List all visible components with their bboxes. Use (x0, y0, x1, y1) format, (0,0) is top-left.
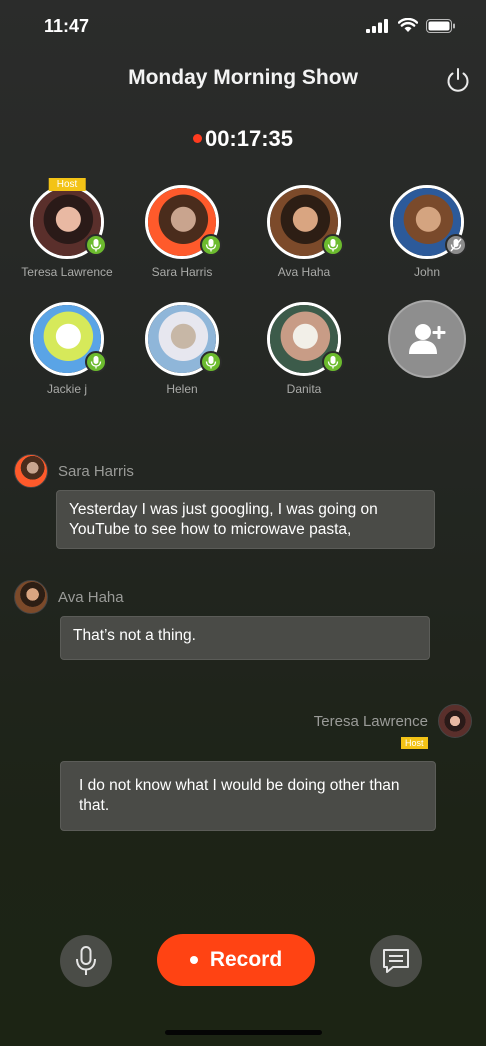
timer-value: 00:17:35 (204, 126, 294, 151)
page-title: Monday Morning Show (128, 66, 358, 89)
avatar (390, 185, 467, 259)
wifi-icon (398, 18, 418, 32)
message-bubble: That’s not a thing. (60, 616, 430, 660)
message-sender: Sara Harris (58, 462, 134, 480)
participant-tile[interactable]: Helen (122, 302, 242, 396)
message-bubble: I do not know what I would be doing othe… (60, 761, 436, 831)
avatar (30, 302, 107, 376)
session-timer: 00:17:35 (0, 126, 486, 152)
record-button[interactable]: Record (157, 934, 315, 986)
avatar (438, 704, 472, 738)
microphone-button[interactable] (60, 935, 112, 987)
avatar (145, 185, 222, 259)
participant-name: Sara Harris (151, 265, 213, 279)
avatar: Host (30, 178, 107, 259)
record-label: Record (209, 948, 283, 971)
avatar (14, 580, 48, 614)
participant-slot-invite (367, 300, 486, 378)
status-time: 11:47 (44, 16, 90, 36)
status-bar: 11:47 (0, 0, 486, 52)
host-badge: Host (401, 737, 428, 749)
participant-name: Jackie j (46, 382, 87, 396)
mic-on-icon (85, 351, 107, 373)
participant-tile[interactable]: Danita (244, 302, 364, 396)
invite-participant-button[interactable] (388, 300, 466, 378)
record-dot-icon (189, 956, 198, 964)
message-header: Teresa Lawrence (314, 704, 472, 738)
add-user-icon (409, 324, 446, 354)
mic-on-icon (200, 351, 222, 373)
mic-muted-icon (445, 234, 467, 256)
home-indicator (165, 1030, 322, 1035)
avatar (267, 185, 344, 259)
participant-name: Danita (286, 382, 322, 396)
leave-button[interactable] (444, 66, 472, 94)
battery-icon (426, 18, 455, 33)
mic-on-icon (322, 234, 344, 256)
message-header: Ava Haha (14, 580, 124, 614)
participant-tile[interactable]: Ava Haha (244, 185, 364, 279)
participant-tile[interactable]: John (367, 185, 486, 279)
bottom-controls: Record (0, 934, 486, 988)
participant-name: Helen (166, 382, 198, 396)
power-icon (447, 68, 469, 92)
chat-button[interactable] (370, 935, 422, 987)
participant-tile[interactable]: Sara Harris (122, 185, 242, 279)
status-icons (366, 18, 456, 33)
host-badge: Host (48, 178, 86, 191)
avatar (14, 454, 48, 488)
participant-name: John (413, 265, 441, 279)
participant-name: Teresa Lawrence (21, 265, 113, 279)
avatar (145, 302, 222, 376)
message-sender: Teresa Lawrence (313, 712, 428, 730)
participant-tile[interactable]: Jackie j (7, 302, 127, 396)
microphone-icon (76, 946, 96, 975)
recording-dot-icon (192, 133, 202, 143)
participant-tile[interactable]: Host Teresa Lawrence (7, 178, 127, 279)
avatar (267, 302, 344, 376)
chat-icon (383, 949, 409, 973)
message-sender: Ava Haha (58, 588, 124, 606)
mic-on-icon (322, 351, 344, 373)
signal-icon (366, 18, 388, 33)
participant-name: Ava Haha (277, 265, 331, 279)
message-header: Sara Harris (14, 454, 134, 488)
mic-on-icon (85, 234, 107, 256)
mic-on-icon (200, 234, 222, 256)
message-bubble: Yesterday I was just googling, I was goi… (56, 490, 435, 549)
